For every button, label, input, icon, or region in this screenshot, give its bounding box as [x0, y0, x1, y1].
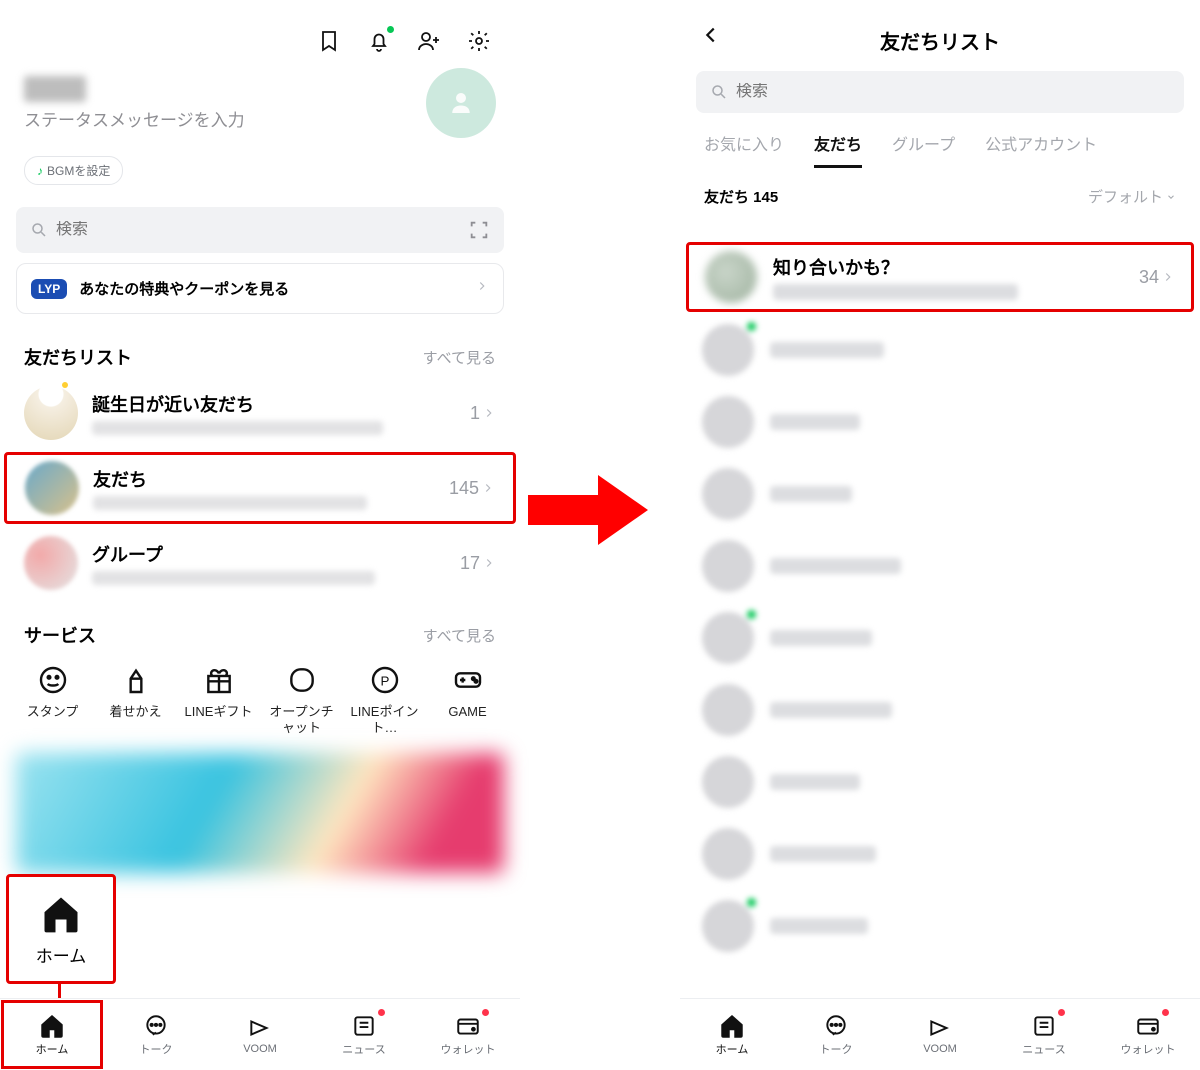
service-theme[interactable]: 着せかえ: [97, 662, 174, 737]
friend-row[interactable]: [680, 458, 1200, 530]
sort-button[interactable]: デフォルト: [1088, 186, 1176, 207]
birthday-friends-row[interactable]: 誕生日が近い友だち 1: [0, 376, 520, 450]
filter-tabs: お気に入り 友だち グループ 公式アカウント: [680, 117, 1200, 168]
avatar-icon: [702, 540, 754, 592]
arrow-indicator: [528, 470, 648, 550]
bottom-tabbar: ホーム トーク VOOM ニュース ウォレット: [0, 998, 520, 1070]
status-message[interactable]: ステータスメッセージを入力: [24, 106, 426, 131]
avatar-icon: [702, 756, 754, 808]
add-friend-icon[interactable]: [416, 28, 442, 54]
tab-voom[interactable]: VOOM: [208, 999, 312, 1070]
service-points[interactable]: PLINEポイント…: [346, 662, 423, 737]
home-screen: ステータスメッセージを入力 ♪BGMを設定 LYP あなたの特典やクーポンを見る…: [0, 0, 520, 1070]
svg-text:P: P: [380, 673, 389, 688]
back-button[interactable]: [700, 24, 722, 51]
tab-wallet[interactable]: ウォレット: [1096, 999, 1200, 1070]
bgm-button[interactable]: ♪BGMを設定: [24, 156, 123, 185]
profile-avatar[interactable]: [426, 68, 496, 138]
tab-voom[interactable]: VOOM: [888, 999, 992, 1070]
avatar-icon: [702, 684, 754, 736]
tab-news[interactable]: ニュース: [312, 999, 416, 1070]
service-openchat[interactable]: オープンチャット: [263, 662, 340, 737]
search-input[interactable]: [696, 71, 1184, 113]
groups-row[interactable]: グループ 17: [0, 526, 520, 600]
avatar-icon: [702, 324, 754, 376]
avatar-icon: [705, 251, 757, 303]
profile-header[interactable]: ステータスメッセージを入力: [0, 60, 520, 148]
tab-favorites[interactable]: お気に入り: [704, 131, 784, 168]
friend-row[interactable]: [680, 674, 1200, 746]
friend-row[interactable]: [680, 890, 1200, 962]
tab-friends[interactable]: 友だち: [814, 131, 862, 168]
tab-talk[interactable]: トーク: [784, 999, 888, 1070]
lyp-badge: LYP: [31, 279, 67, 299]
service-gift[interactable]: LINEギフト: [180, 662, 257, 737]
bottom-tabbar: ホーム トーク VOOM ニュース ウォレット: [680, 998, 1200, 1070]
promo-banner[interactable]: [16, 753, 504, 873]
lyp-card[interactable]: LYP あなたの特典やクーポンを見る: [16, 263, 504, 314]
tab-news[interactable]: ニュース: [992, 999, 1096, 1070]
tab-wallet[interactable]: ウォレット: [416, 999, 520, 1070]
service-sticker[interactable]: スタンプ: [14, 662, 91, 737]
home-callout: ホーム: [6, 874, 116, 984]
chevron-right-icon: [475, 279, 489, 298]
friend-row[interactable]: [680, 602, 1200, 674]
service-game[interactable]: GAME: [429, 662, 506, 737]
avatar-icon: [702, 828, 754, 880]
search-icon: [30, 221, 48, 239]
services-section-header: サービス すべて見る: [0, 600, 520, 654]
gear-icon[interactable]: [466, 28, 492, 54]
avatar-icon: [702, 612, 754, 664]
list-subheader: 友だち 145 デフォルト: [680, 168, 1200, 213]
see-all-link[interactable]: すべて見る: [423, 347, 496, 368]
avatar-icon: [702, 396, 754, 448]
scan-icon[interactable]: [468, 219, 490, 241]
page-title: 友だちリスト: [880, 26, 1000, 55]
friends-list-screen: 友だちリスト お気に入り 友だち グループ 公式アカウント 友だち 145 デフ…: [680, 0, 1200, 1070]
search-input[interactable]: [16, 207, 504, 253]
avatar-icon: [702, 900, 754, 952]
friends-row[interactable]: 友だち 145: [4, 452, 516, 524]
services-grid: スタンプ 着せかえ LINEギフト オープンチャット PLINEポイント… GA…: [0, 654, 520, 737]
bookmark-icon[interactable]: [316, 28, 342, 54]
avatar-icon: [702, 468, 754, 520]
may-know-row[interactable]: 知り合いかも？ 34: [686, 242, 1194, 312]
search-icon: [710, 83, 728, 101]
tab-groups[interactable]: グループ: [892, 131, 955, 168]
friend-row[interactable]: [680, 314, 1200, 386]
tab-official[interactable]: 公式アカウント: [985, 131, 1097, 168]
friend-row[interactable]: [680, 530, 1200, 602]
tab-home[interactable]: ホーム: [680, 999, 784, 1070]
avatar-icon: [24, 386, 78, 440]
avatar-icon: [25, 461, 79, 515]
friends-section-header: 友だちリスト すべて見る: [0, 322, 520, 376]
friend-row[interactable]: [680, 818, 1200, 890]
bell-icon[interactable]: [366, 28, 392, 54]
avatar-icon: [24, 536, 78, 590]
tab-talk[interactable]: トーク: [104, 999, 208, 1070]
top-action-bar: [0, 0, 520, 60]
friend-row[interactable]: [680, 746, 1200, 818]
see-all-link[interactable]: すべて見る: [423, 625, 496, 646]
screen-header: 友だちリスト: [680, 0, 1200, 65]
tab-home[interactable]: ホーム: [0, 999, 104, 1070]
friend-row[interactable]: [680, 386, 1200, 458]
profile-name-redacted: [24, 76, 86, 102]
